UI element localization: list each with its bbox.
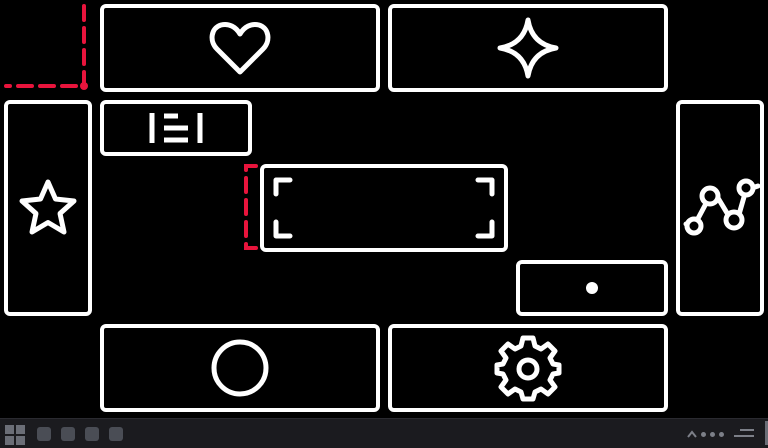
focus-frame-icon	[273, 177, 495, 239]
canvas	[0, 0, 768, 448]
dot-panel[interactable]	[516, 260, 668, 316]
circle-panel[interactable]	[100, 324, 380, 412]
tray-status-dot[interactable]	[710, 431, 715, 437]
heart-icon	[209, 22, 271, 75]
line-chart-panel[interactable]	[676, 100, 764, 316]
taskbar	[0, 418, 768, 448]
dashed-guide-top-left	[4, 4, 88, 90]
menu-lines-icon[interactable]	[734, 428, 754, 440]
taskbar-app-4[interactable]	[109, 427, 123, 441]
star-panel[interactable]	[4, 100, 92, 316]
line-chart-icon	[683, 178, 760, 236]
taskbar-app-2[interactable]	[61, 427, 75, 441]
focus-panel[interactable]	[260, 164, 508, 252]
heart-panel[interactable]	[100, 4, 380, 92]
circle-icon	[211, 339, 269, 397]
dot-icon	[586, 282, 598, 294]
chevron-up-icon[interactable]	[687, 430, 697, 438]
dashed-guide-middle	[244, 164, 258, 250]
align-justify-icon	[149, 113, 203, 143]
gear-icon	[494, 335, 562, 402]
taskbar-app-1[interactable]	[37, 427, 51, 441]
align-panel[interactable]	[100, 100, 252, 156]
sparkle-icon	[497, 17, 559, 79]
gear-panel[interactable]	[388, 324, 668, 412]
taskbar-app-3[interactable]	[85, 427, 99, 441]
windows-grid-icon[interactable]	[5, 425, 25, 445]
sparkle-panel[interactable]	[388, 4, 668, 92]
star-icon	[19, 179, 77, 235]
tray-status-dot[interactable]	[719, 431, 724, 437]
system-tray	[687, 427, 754, 441]
tray-status-dot[interactable]	[701, 431, 706, 437]
